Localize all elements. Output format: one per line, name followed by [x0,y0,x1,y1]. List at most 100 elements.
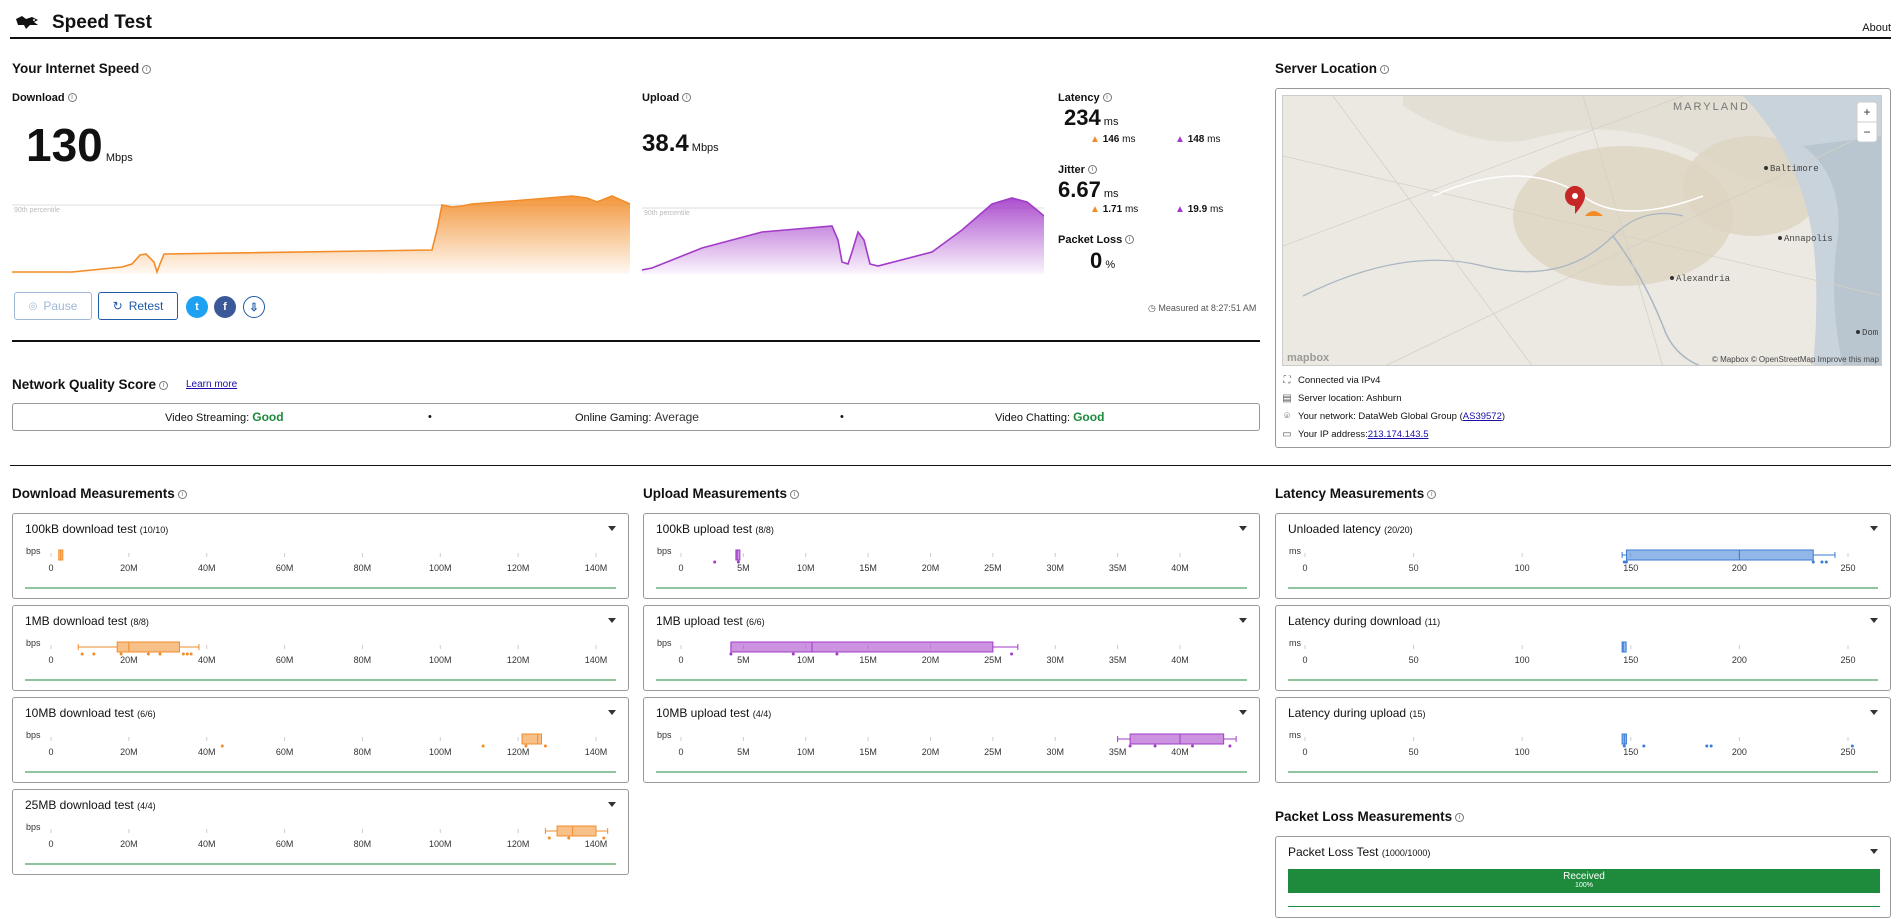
info-icon[interactable]: i [1125,235,1135,244]
box-plot: ms0 50 100 150 200 250 [1288,730,1878,773]
tick-label: 0 [678,747,683,757]
info-icon[interactable]: i [67,93,77,102]
tick-label: 30M [1046,747,1064,757]
box-plot-marks[interactable] [1621,641,1627,653]
box-plot-marks[interactable] [1621,549,1836,564]
tick-label: 10M [797,655,815,665]
learn-more-link[interactable]: Learn more [186,379,237,390]
tick-label: 40M [1171,747,1189,757]
map-city-baltimore: Baltimore [1770,164,1819,174]
info-icon[interactable]: i [159,381,169,390]
measurement-card[interactable]: Latency during upload (15) ms 0 50 100 150 200… [1275,697,1891,783]
zoom-out-button[interactable]: − [1863,125,1870,139]
measurement-card[interactable]: 10MB upload test (4/4) bps 0 5M 10M 15M 20M 25M… [643,697,1260,783]
nqs-online-gaming: Online Gaming: Average [575,410,699,424]
about-link[interactable]: About [1862,22,1891,34]
pause-button[interactable]: ◎ Pause [14,292,92,320]
baseline [1288,906,1880,907]
measurement-card[interactable]: 1MB upload test (6/6) bps 0 5M 10M 15M 20M 25M 3… [643,605,1260,691]
nqs-panel: Video Streaming: Good • Online Gaming: A… [12,403,1260,431]
tick-label: 150 [1623,563,1638,573]
info-icon[interactable]: i [177,490,187,499]
tick-label: 40M [198,655,216,665]
mapbox-logo: mapbox [1287,352,1330,364]
twitter-share-icon[interactable]: t [186,296,208,318]
tick-label: 10M [797,563,815,573]
info-icon[interactable]: i [1427,490,1437,499]
tick-label: 0 [678,563,683,573]
zoom-in-button[interactable]: + [1863,105,1870,119]
info-icon[interactable]: i [1455,813,1465,822]
map-attribution[interactable]: © Mapbox © OpenStreetMap Improve this ma… [1712,355,1880,364]
percentile-label: 90th percentile [14,207,60,214]
upload-label: Upload i [642,92,692,104]
download-measurements-title: Download Measurements i [12,486,187,501]
connected-via: ⛶ Connected via IPv4 [1283,374,1381,386]
info-icon[interactable]: i [682,93,692,102]
box-plot-marks[interactable] [713,549,741,564]
info-icon[interactable]: i [1102,93,1112,102]
box-plot-marks[interactable] [544,825,609,840]
box-plot-marks[interactable] [729,641,1019,656]
tick-label: 50 [1409,655,1419,665]
packet-loss-value: 0 % [1090,248,1116,273]
tick-label: 20M [120,839,138,849]
packet-loss-card[interactable]: Packet Loss Test (1000/1000) Received 10… [1275,836,1891,918]
tick-label: 200 [1732,655,1747,665]
tick-label: 0 [678,655,683,665]
box-plot: ms0 50 100 150 200 250 [1288,546,1878,589]
box-plot-marks[interactable] [220,733,547,748]
speed-divider [12,340,1260,342]
packet-received-bar: Received 100% [1288,869,1880,893]
facebook-share-icon[interactable]: f [214,296,236,318]
box-plot: bps 0 5M 10M 15M 20M 25M 30M 35M 40M [656,546,1247,589]
tick-label: 140M [585,747,608,757]
tick-label: 60M [276,747,294,757]
nqs-video-chatting: Video Chatting: Good [995,410,1105,424]
axis-unit: bps [26,546,41,556]
map-zoom-controls[interactable]: + − [1856,101,1878,143]
download-speed-chart: 90th percentile [12,195,630,274]
measurement-card[interactable]: 1MB download test (8/8) bps 0 20M 40M 60M 80M 1… [12,605,629,691]
tick-label: 200 [1732,747,1747,757]
info-icon[interactable]: i [1087,165,1097,174]
measurement-card[interactable]: 100kB upload test (8/8) bps 0 5M 10M 15M 20M 25… [643,513,1260,599]
box-plot-marks[interactable] [1621,733,1854,748]
tick-label: 35M [1109,563,1127,573]
tick-label: 100M [429,747,452,757]
ip-link[interactable]: 213.174.143.5 [1368,429,1429,440]
info-icon[interactable]: i [1380,65,1390,74]
measurement-card[interactable]: Unloaded latency (20/20) ms 0 50 100 150 200 25… [1275,513,1891,599]
section-divider [10,465,1891,466]
tick-label: 100 [1515,747,1530,757]
tick-label: 40M [198,839,216,849]
tick-label: 5M [737,563,750,573]
info-icon[interactable]: i [790,490,800,499]
tick-label: 20M [922,655,940,665]
asn-link[interactable]: AS39572 [1463,411,1502,422]
server-map[interactable]: MARYLAND Baltimore Annapolis Alexandria … [1282,95,1882,366]
measurement-card[interactable]: 25MB download test (4/4) bps 0 20M 40M 60M 80M… [12,789,629,875]
server-icon: ▤ [1282,392,1292,404]
measurement-card[interactable]: Latency during download (11) ms 0 50 100 150 2… [1275,605,1891,691]
tick-label: 80M [354,839,372,849]
retest-button[interactable]: ↻ Retest [98,292,178,320]
app-title: Speed Test [52,12,152,33]
tick-label: 30M [1046,655,1064,665]
box-plot-marks[interactable] [58,549,64,561]
box-plot-marks[interactable] [77,641,200,656]
tick-label: 120M [507,747,530,757]
info-icon[interactable]: i [142,65,152,74]
jitter-label: Jitter i [1058,164,1097,176]
tick-label: 5M [737,655,750,665]
download-results-icon[interactable]: ⇩ [243,296,265,318]
tick-label: 100M [429,563,452,573]
measurement-card[interactable]: 10MB download test (6/6) bps 0 20M 40M 60M 80M… [12,697,629,783]
box-plot-marks[interactable] [1117,733,1237,748]
tick-label: 0 [48,655,53,665]
tick-label: 15M [859,655,877,665]
percentile-label: 90th percentile [644,210,690,217]
chevron-down-icon[interactable] [1870,849,1878,854]
measurement-card[interactable]: 100kB download test (10/10) bps 0 20M 40M 60M… [12,513,629,599]
axis-unit: ms [1289,546,1301,556]
